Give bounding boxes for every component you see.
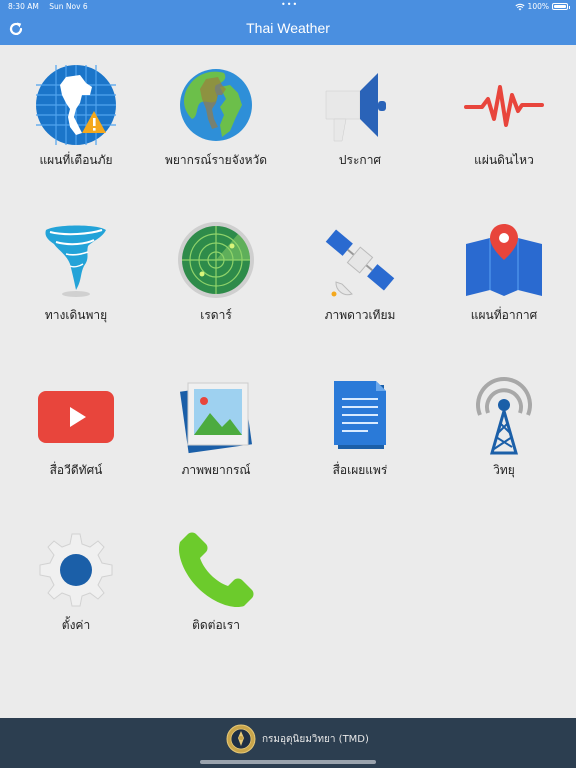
status-date: Sun Nov 6 bbox=[49, 2, 88, 11]
tile-label: แผนที่อากาศ bbox=[470, 308, 538, 322]
battery-icon bbox=[552, 3, 570, 10]
tile-settings[interactable]: ตั้งค่า bbox=[4, 510, 148, 660]
tile-announcement[interactable]: ประกาศ bbox=[288, 45, 432, 195]
document-icon bbox=[334, 381, 386, 449]
radar-icon bbox=[178, 222, 254, 298]
tile-label: ทางเดินพายุ bbox=[44, 308, 108, 322]
battery-percent: 100% bbox=[527, 2, 549, 11]
tile-label: สื่อวีดีทัศน์ bbox=[49, 463, 103, 477]
tile-label: พยากรณ์รายจังหวัด bbox=[164, 153, 268, 167]
status-time-date: 8:30 AM Sun Nov 6 bbox=[8, 2, 88, 11]
tile-label: แผนที่เตือนภัย bbox=[39, 153, 113, 167]
status-right: 100% bbox=[514, 2, 570, 11]
wifi-icon bbox=[514, 3, 525, 10]
home-indicator[interactable] bbox=[200, 760, 376, 764]
tile-warning-map[interactable]: แผนที่เตือนภัย bbox=[4, 45, 148, 195]
tile-forecast-image[interactable]: ภาพพยากรณ์ bbox=[144, 355, 288, 505]
radio-tower-icon bbox=[476, 377, 532, 455]
tile-radio[interactable]: วิทยุ bbox=[432, 355, 576, 505]
footer-text: กรมอุตุนิยมวิทยา (TMD) bbox=[262, 734, 369, 745]
video-play-icon bbox=[38, 391, 114, 443]
multitask-dots[interactable]: ••• bbox=[281, 0, 298, 9]
tile-radar[interactable]: เรดาร์ bbox=[144, 200, 288, 350]
tile-label: ภาพดาวเทียม bbox=[324, 308, 396, 322]
tile-label: วิทยุ bbox=[493, 463, 515, 477]
tile-label: ตั้งค่า bbox=[61, 618, 91, 632]
nav-bar: Thai Weather bbox=[0, 14, 576, 45]
warning-map-icon bbox=[36, 65, 116, 145]
tornado-icon bbox=[45, 225, 106, 297]
tile-storm-track[interactable]: ทางเดินพายุ bbox=[4, 200, 148, 350]
tile-contact[interactable]: ติดต่อเรา bbox=[144, 510, 288, 660]
tile-label: ภาพพยากรณ์ bbox=[181, 463, 251, 477]
globe-icon bbox=[180, 69, 252, 141]
tile-label: แผ่นดินไหว bbox=[474, 153, 534, 167]
tile-province-forecast[interactable]: พยากรณ์รายจังหวัด bbox=[144, 45, 288, 195]
satellite-icon bbox=[325, 229, 395, 297]
status-bar: 8:30 AM Sun Nov 6 ••• 100% bbox=[0, 0, 576, 14]
gear-icon bbox=[39, 533, 113, 607]
status-time: 8:30 AM bbox=[8, 2, 39, 11]
tile-satellite[interactable]: ภาพดาวเทียม bbox=[288, 200, 432, 350]
tile-publication[interactable]: สื่อเผยแพร่ bbox=[288, 355, 432, 505]
megaphone-icon bbox=[325, 73, 386, 142]
tile-video[interactable]: สื่อวีดีทัศน์ bbox=[4, 355, 148, 505]
picture-icon bbox=[179, 382, 253, 454]
earthquake-pulse-icon bbox=[464, 85, 544, 127]
tile-label: ประกาศ bbox=[338, 153, 382, 167]
tile-weather-map[interactable]: แผนที่อากาศ bbox=[432, 200, 576, 350]
tile-label: ติดต่อเรา bbox=[192, 618, 240, 632]
map-pin-icon bbox=[466, 224, 542, 296]
tile-label: สื่อเผยแพร่ bbox=[332, 463, 388, 477]
phone-icon bbox=[178, 532, 254, 608]
tmd-logo-icon bbox=[226, 724, 256, 754]
page-title: Thai Weather bbox=[246, 20, 330, 36]
tile-label: เรดาร์ bbox=[200, 308, 232, 322]
tile-earthquake[interactable]: แผ่นดินไหว bbox=[432, 45, 576, 195]
